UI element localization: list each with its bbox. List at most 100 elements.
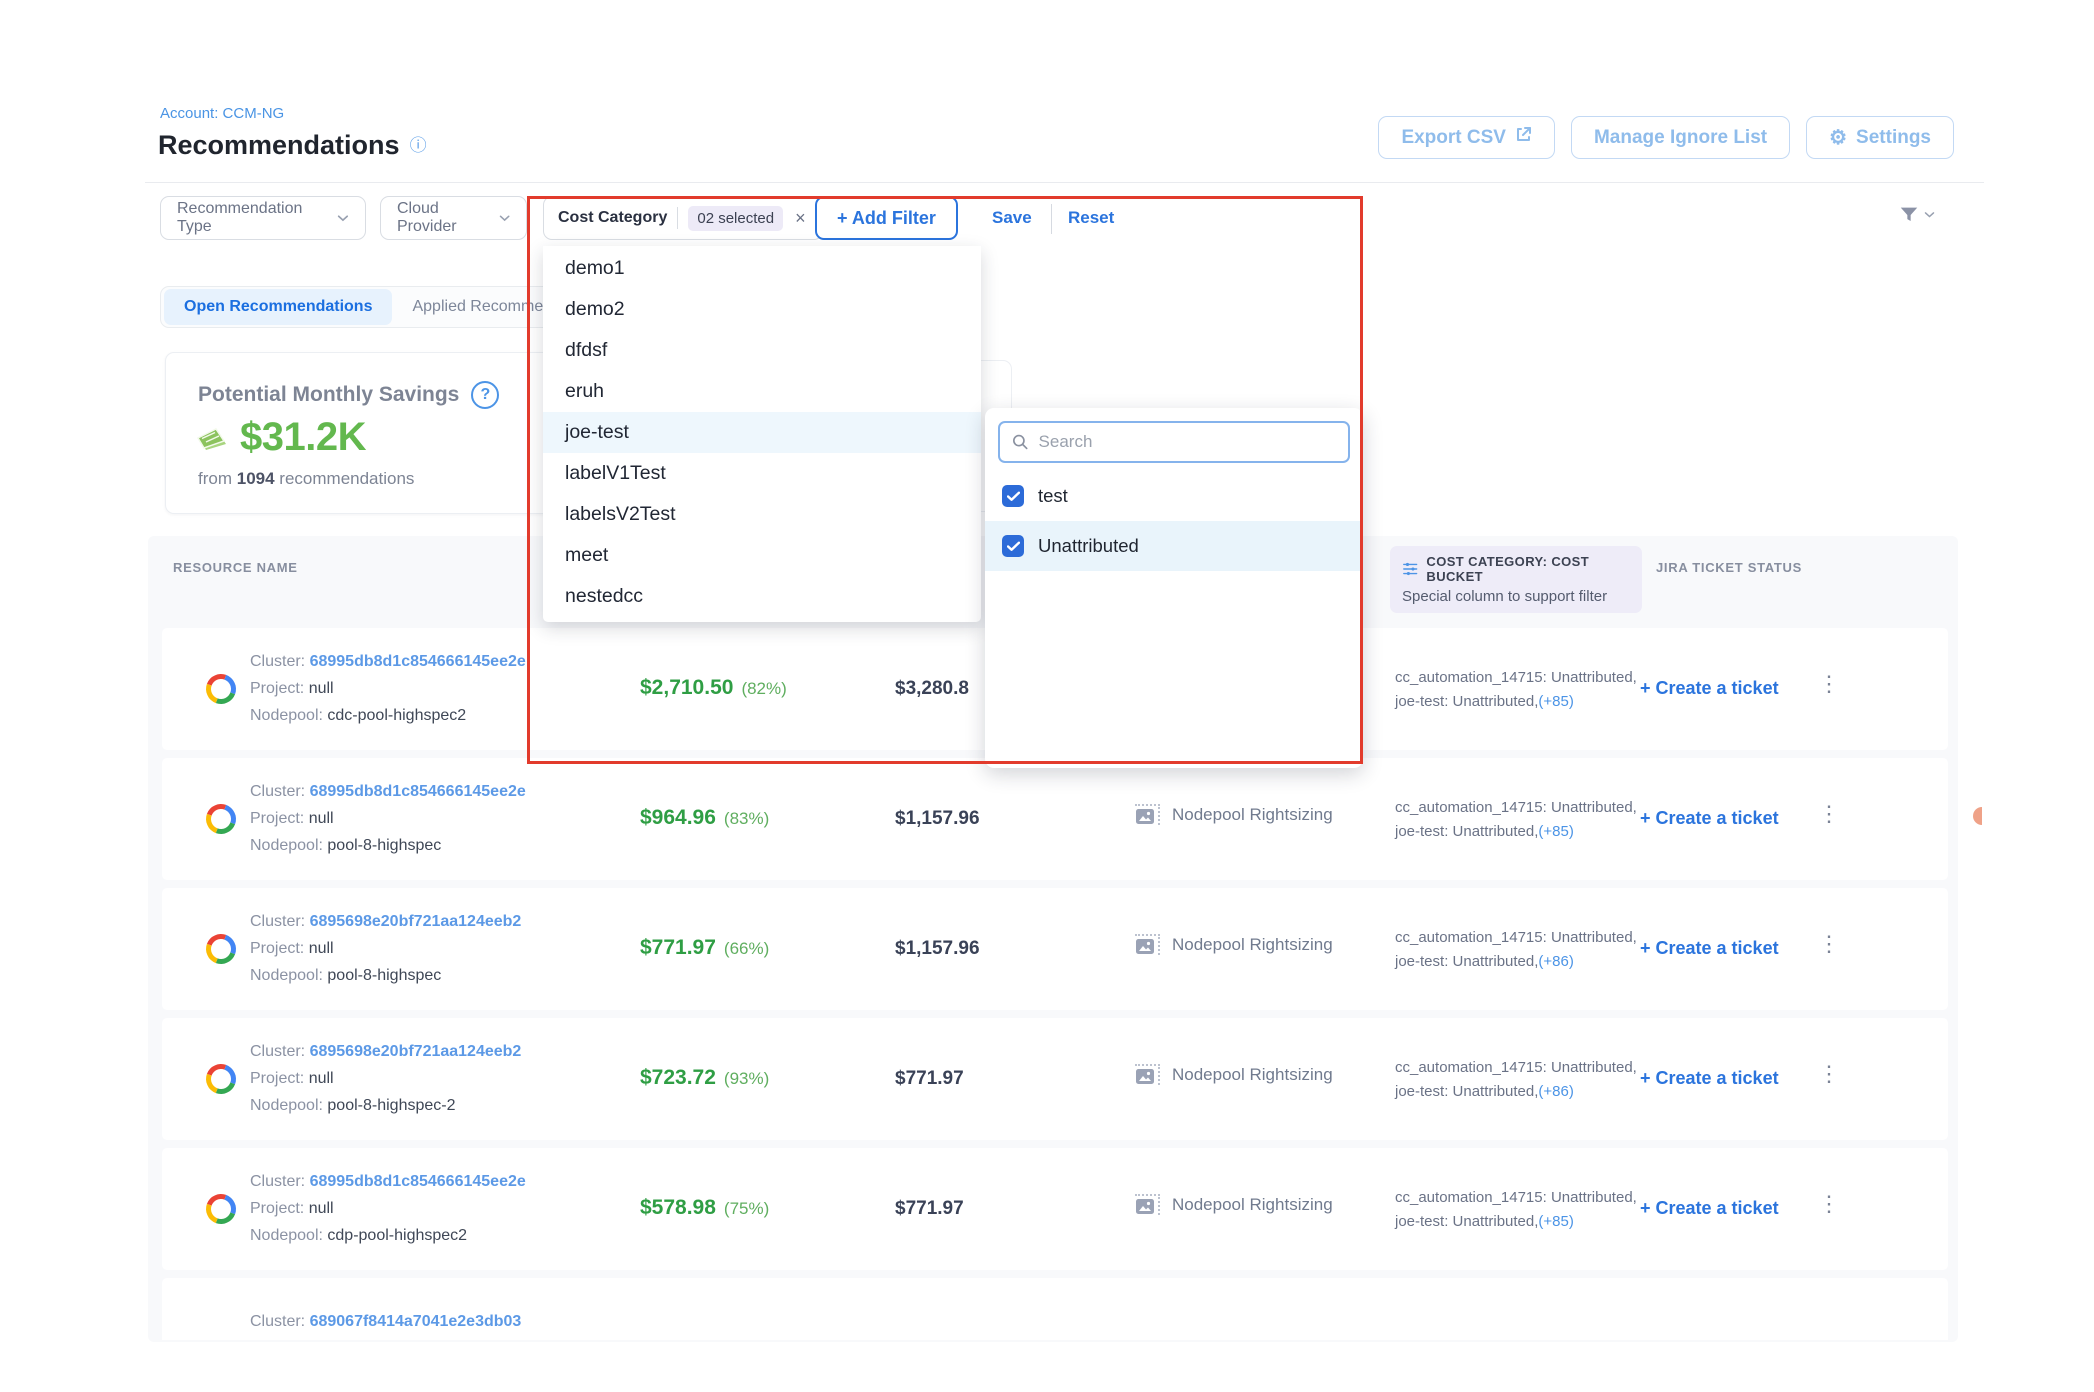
cost-bucket-more-link[interactable]: (+86) — [1538, 1083, 1573, 1100]
cloud-provider-filter[interactable]: Cloud Provider — [380, 196, 527, 240]
cluster-id-link[interactable]: 689067f8414a7041e2e3db03 — [310, 1313, 522, 1330]
dropdown-item-eruh[interactable]: eruh — [543, 371, 981, 412]
create-ticket-button[interactable]: + Create a ticket — [1640, 1198, 1779, 1219]
settings-button[interactable]: ⚙ Settings — [1806, 116, 1954, 159]
dropdown-item-demo2[interactable]: demo2 — [543, 289, 981, 330]
dropdown-item-demo1[interactable]: demo1 — [543, 248, 981, 289]
nodepool-value: pool-8-highspec — [327, 967, 441, 984]
nodepool-value: cdp-pool-highspec2 — [327, 1227, 467, 1244]
row-menu-icon[interactable]: ⋮ — [1818, 1192, 1840, 1216]
recommendation-type-cell: Nodepool Rightsizing — [1135, 934, 1333, 955]
account-breadcrumb[interactable]: Account: CCM-NG — [160, 105, 284, 122]
cost-category-header-subtitle: Special column to support filter — [1402, 588, 1630, 605]
reset-filter-link[interactable]: Reset — [1068, 208, 1114, 228]
cluster-id-link[interactable]: 6895698e20bf721aa124eeb2 — [310, 1043, 522, 1060]
project-value: null — [309, 680, 334, 697]
cost-bucket-more-link[interactable]: (+86) — [1538, 953, 1573, 970]
help-icon[interactable]: ? — [471, 381, 499, 409]
dropdown-item-labelV1Test[interactable]: labelV1Test — [543, 453, 981, 494]
cost-bucket-cell: cc_automation_14715: Unattributed, joe-t… — [1395, 796, 1637, 844]
cost-bucket-more-link[interactable]: (+85) — [1538, 1213, 1573, 1230]
savings-subtitle: from 1094 recommendations — [198, 469, 414, 489]
bucket-search-field[interactable] — [998, 421, 1350, 463]
project-label: Project: — [250, 680, 304, 697]
nodepool-label: Nodepool: — [250, 967, 323, 984]
cluster-id-link[interactable]: 68995db8d1c854666145ee2e — [310, 653, 526, 670]
table-row-partial[interactable]: Cluster: 689067f8414a7041e2e3db03 — [162, 1278, 1948, 1340]
cost-bucket-cell: cc_automation_14715: Unattributed, joe-t… — [1395, 1056, 1637, 1104]
manage-ignore-list-label: Manage Ignore List — [1594, 127, 1767, 149]
tab-open-recommendations[interactable]: Open Recommendations — [164, 289, 392, 325]
cluster-id-link[interactable]: 68995db8d1c854666145ee2e — [310, 1173, 526, 1190]
bucket-option-test[interactable]: test — [985, 471, 1363, 521]
savings-percent: (83%) — [724, 809, 769, 828]
cost-bucket-line1: cc_automation_14715: Unattributed, — [1395, 666, 1637, 690]
recommendation-type-label: Nodepool Rightsizing — [1172, 935, 1333, 955]
bucket-option-label: test — [1038, 485, 1068, 507]
close-icon[interactable]: × — [793, 208, 808, 229]
cost-bucket-more-link[interactable]: (+85) — [1538, 823, 1573, 840]
column-header-cost-category[interactable]: COST CATEGORY: COST BUCKET Special colum… — [1390, 546, 1642, 613]
cloud-provider-label: Cloud Provider — [397, 200, 489, 236]
dropdown-item-joe-test[interactable]: joe-test — [543, 412, 981, 453]
monthly-cost-value: $771.97 — [895, 1198, 964, 1220]
nodepool-label: Nodepool: — [250, 1227, 323, 1244]
dropdown-item-dfdsf[interactable]: dfdsf — [543, 330, 981, 371]
recommendation-type-label: Recommendation Type — [177, 200, 327, 236]
recommendation-type-filter[interactable]: Recommendation Type — [160, 196, 366, 240]
table-row[interactable]: Cluster: 68995db8d1c854666145ee2e Projec… — [162, 1148, 1948, 1270]
save-filter-link[interactable]: Save — [992, 208, 1032, 228]
create-ticket-button[interactable]: + Create a ticket — [1640, 938, 1779, 959]
manage-ignore-list-button[interactable]: Manage Ignore List — [1571, 116, 1790, 159]
cluster-id-link[interactable]: 6895698e20bf721aa124eeb2 — [310, 913, 522, 930]
cost-bucket-cell: cc_automation_14715: Unattributed, joe-t… — [1395, 666, 1637, 714]
checkbox-checked-icon[interactable] — [1002, 485, 1024, 507]
funnel-icon — [1898, 204, 1920, 226]
create-ticket-button[interactable]: + Create a ticket — [1640, 808, 1779, 829]
dropdown-item-nestedcc[interactable]: nestedcc — [543, 576, 981, 617]
savings-percent: (66%) — [724, 939, 769, 958]
filter-bar-divider — [1051, 204, 1052, 234]
savings-percent: (82%) — [741, 679, 786, 698]
create-ticket-button[interactable]: + Create a ticket — [1640, 1068, 1779, 1089]
create-ticket-button[interactable]: + Create a ticket — [1640, 678, 1779, 699]
cluster-id-link[interactable]: 68995db8d1c854666145ee2e — [310, 783, 526, 800]
dropdown-item-labelsV2Test[interactable]: labelsV2Test — [543, 494, 981, 535]
nodepool-label: Nodepool: — [250, 837, 323, 854]
row-menu-icon[interactable]: ⋮ — [1818, 802, 1840, 826]
nodepool-icon — [1135, 804, 1160, 825]
dropdown-item-meet[interactable]: meet — [543, 535, 981, 576]
table-row[interactable]: Cluster: 6895698e20bf721aa124eeb2 Projec… — [162, 888, 1948, 1010]
cost-bucket-line1: cc_automation_14715: Unattributed, — [1395, 1186, 1637, 1210]
feedback-widget-dot[interactable] — [1973, 807, 1982, 825]
export-csv-button[interactable]: Export CSV — [1378, 116, 1555, 159]
cost-bucket-line2: joe-test: Unattributed, — [1395, 953, 1538, 970]
nodepool-value: pool-8-highspec — [327, 837, 441, 854]
nodepool-value: pool-8-highspec-2 — [327, 1097, 455, 1114]
cluster-label: Cluster: — [250, 783, 305, 800]
savings-percent: (93%) — [724, 1069, 769, 1088]
search-input[interactable] — [1039, 432, 1336, 452]
cost-category-filter[interactable]: Cost Category 02 selected × — [543, 196, 823, 240]
gcp-cloud-icon — [201, 1189, 241, 1229]
cost-bucket-cell: cc_automation_14715: Unattributed, joe-t… — [1395, 1186, 1637, 1234]
recommendation-type-cell: Nodepool Rightsizing — [1135, 1194, 1333, 1215]
row-menu-icon[interactable]: ⋮ — [1818, 932, 1840, 956]
external-link-icon — [1515, 126, 1532, 149]
column-header-jira-status: JIRA TICKET STATUS — [1656, 560, 1802, 575]
row-menu-icon[interactable]: ⋮ — [1818, 1062, 1840, 1086]
bucket-option-label: Unattributed — [1038, 535, 1139, 557]
row-menu-icon[interactable]: ⋮ — [1818, 672, 1840, 696]
cost-bucket-more-link[interactable]: (+85) — [1538, 693, 1573, 710]
bucket-option-unattributed[interactable]: Unattributed — [985, 521, 1363, 571]
table-row[interactable]: Cluster: 68995db8d1c854666145ee2e Projec… — [162, 758, 1948, 880]
recommendations-screen: Account: CCM-NG Recommendations ⓘ Export… — [0, 0, 2094, 1392]
filter-menu-button[interactable] — [1898, 204, 1935, 226]
add-filter-button[interactable]: + Add Filter — [815, 196, 958, 240]
table-row[interactable]: Cluster: 6895698e20bf721aa124eeb2 Projec… — [162, 1018, 1948, 1140]
monthly-cost-value: $1,157.96 — [895, 808, 980, 830]
checkbox-checked-icon[interactable] — [1002, 535, 1024, 557]
project-label: Project: — [250, 940, 304, 957]
info-icon[interactable]: ⓘ — [410, 137, 427, 154]
page-title: Recommendations — [158, 130, 400, 161]
